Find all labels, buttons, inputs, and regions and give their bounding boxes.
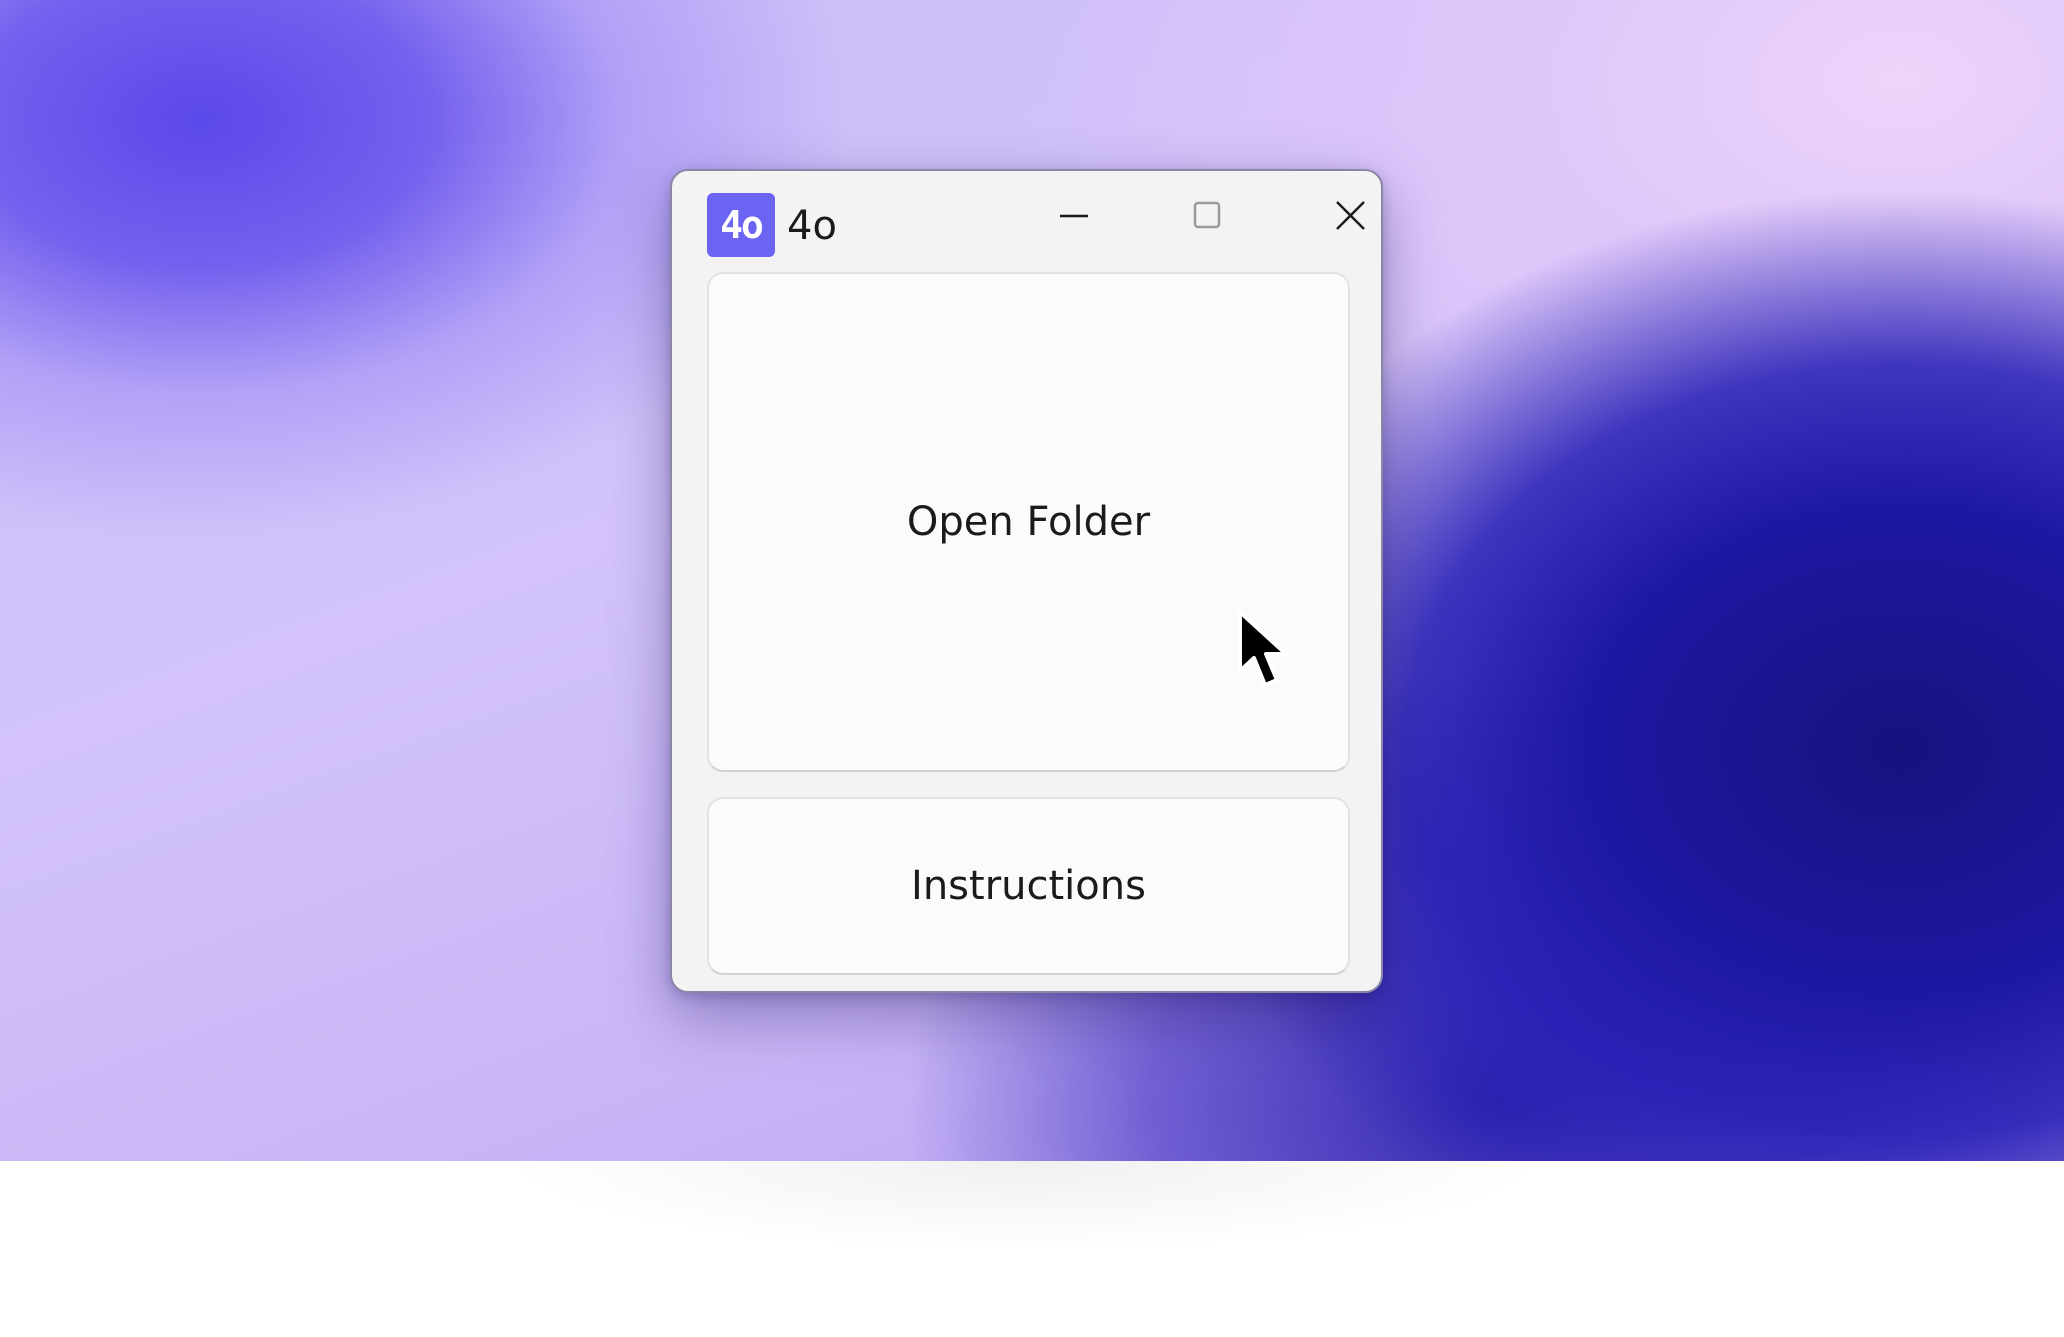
instructions-label: Instructions [911,863,1146,909]
open-folder-label: Open Folder [906,499,1151,545]
window-reflection-shadow [500,1161,1550,1291]
minimize-icon [1060,214,1088,218]
mouse-pointer-icon [1238,610,1288,687]
app-logo-icon: 4o [707,193,775,257]
instructions-button[interactable]: Instructions [707,797,1350,975]
app-window: 4o 4o Open Folder Instructions [670,169,1383,993]
close-icon [1336,201,1365,230]
window-title: 4o [787,203,837,249]
minimize-button[interactable] [1040,179,1160,259]
title-bar[interactable]: 4o 4o [672,171,1381,271]
open-folder-button[interactable]: Open Folder [707,272,1350,772]
maximize-icon [1193,201,1221,229]
maximize-button[interactable] [1174,179,1294,259]
close-button[interactable] [1318,179,1378,259]
